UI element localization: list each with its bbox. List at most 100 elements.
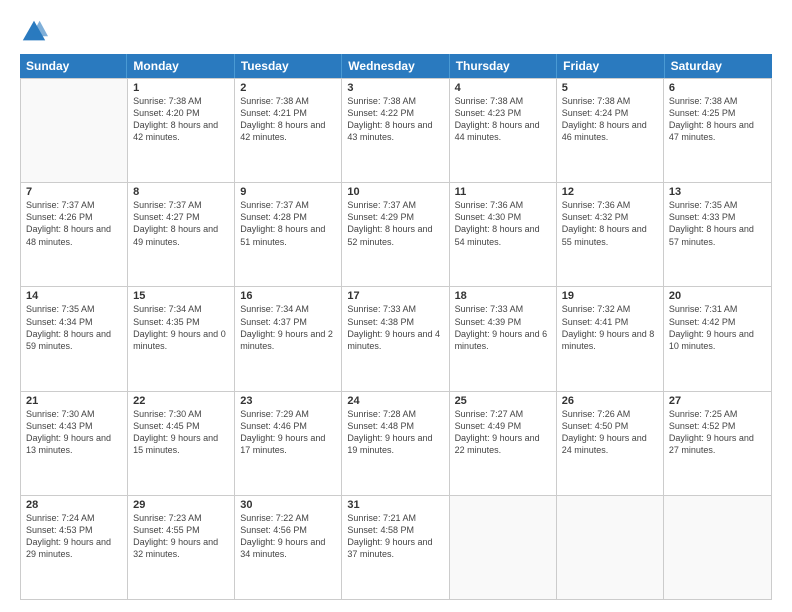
calendar: SundayMondayTuesdayWednesdayThursdayFrid…	[20, 54, 772, 600]
day-number: 29	[133, 499, 229, 511]
day-number: 7	[26, 186, 122, 198]
calendar-cell: 5Sunrise: 7:38 AM Sunset: 4:24 PM Daylig…	[557, 79, 664, 182]
calendar-cell: 7Sunrise: 7:37 AM Sunset: 4:26 PM Daylig…	[21, 183, 128, 286]
calendar-body: 1Sunrise: 7:38 AM Sunset: 4:20 PM Daylig…	[20, 78, 772, 600]
calendar-cell: 1Sunrise: 7:38 AM Sunset: 4:20 PM Daylig…	[128, 79, 235, 182]
day-info: Sunrise: 7:35 AM Sunset: 4:33 PM Dayligh…	[669, 199, 766, 248]
day-number: 27	[669, 395, 766, 407]
day-info: Sunrise: 7:31 AM Sunset: 4:42 PM Dayligh…	[669, 303, 766, 352]
day-number: 23	[240, 395, 336, 407]
day-info: Sunrise: 7:34 AM Sunset: 4:37 PM Dayligh…	[240, 303, 336, 352]
logo	[20, 18, 50, 46]
calendar-cell: 29Sunrise: 7:23 AM Sunset: 4:55 PM Dayli…	[128, 496, 235, 599]
header-day-friday: Friday	[557, 54, 664, 78]
calendar-week-4: 21Sunrise: 7:30 AM Sunset: 4:43 PM Dayli…	[21, 391, 771, 495]
day-number: 10	[347, 186, 443, 198]
day-info: Sunrise: 7:38 AM Sunset: 4:24 PM Dayligh…	[562, 95, 658, 144]
day-number: 6	[669, 82, 766, 94]
calendar-cell: 24Sunrise: 7:28 AM Sunset: 4:48 PM Dayli…	[342, 392, 449, 495]
calendar-cell	[557, 496, 664, 599]
day-info: Sunrise: 7:38 AM Sunset: 4:22 PM Dayligh…	[347, 95, 443, 144]
header-day-thursday: Thursday	[450, 54, 557, 78]
day-number: 1	[133, 82, 229, 94]
logo-icon	[20, 18, 48, 46]
day-number: 28	[26, 499, 122, 511]
header-day-sunday: Sunday	[20, 54, 127, 78]
calendar-cell: 11Sunrise: 7:36 AM Sunset: 4:30 PM Dayli…	[450, 183, 557, 286]
day-info: Sunrise: 7:33 AM Sunset: 4:39 PM Dayligh…	[455, 303, 551, 352]
day-number: 26	[562, 395, 658, 407]
day-number: 21	[26, 395, 122, 407]
calendar-cell: 31Sunrise: 7:21 AM Sunset: 4:58 PM Dayli…	[342, 496, 449, 599]
calendar-cell: 30Sunrise: 7:22 AM Sunset: 4:56 PM Dayli…	[235, 496, 342, 599]
day-number: 8	[133, 186, 229, 198]
calendar-cell: 9Sunrise: 7:37 AM Sunset: 4:28 PM Daylig…	[235, 183, 342, 286]
calendar-cell: 4Sunrise: 7:38 AM Sunset: 4:23 PM Daylig…	[450, 79, 557, 182]
day-number: 25	[455, 395, 551, 407]
day-number: 15	[133, 290, 229, 302]
day-number: 9	[240, 186, 336, 198]
day-info: Sunrise: 7:37 AM Sunset: 4:28 PM Dayligh…	[240, 199, 336, 248]
calendar-cell: 27Sunrise: 7:25 AM Sunset: 4:52 PM Dayli…	[664, 392, 771, 495]
calendar-week-2: 7Sunrise: 7:37 AM Sunset: 4:26 PM Daylig…	[21, 182, 771, 286]
day-info: Sunrise: 7:34 AM Sunset: 4:35 PM Dayligh…	[133, 303, 229, 352]
day-info: Sunrise: 7:36 AM Sunset: 4:30 PM Dayligh…	[455, 199, 551, 248]
day-info: Sunrise: 7:38 AM Sunset: 4:20 PM Dayligh…	[133, 95, 229, 144]
day-number: 14	[26, 290, 122, 302]
page: SundayMondayTuesdayWednesdayThursdayFrid…	[0, 0, 792, 612]
day-number: 31	[347, 499, 443, 511]
calendar-cell: 17Sunrise: 7:33 AM Sunset: 4:38 PM Dayli…	[342, 287, 449, 390]
calendar-cell: 6Sunrise: 7:38 AM Sunset: 4:25 PM Daylig…	[664, 79, 771, 182]
day-info: Sunrise: 7:29 AM Sunset: 4:46 PM Dayligh…	[240, 408, 336, 457]
day-number: 5	[562, 82, 658, 94]
day-number: 4	[455, 82, 551, 94]
calendar-cell: 26Sunrise: 7:26 AM Sunset: 4:50 PM Dayli…	[557, 392, 664, 495]
calendar-cell: 14Sunrise: 7:35 AM Sunset: 4:34 PM Dayli…	[21, 287, 128, 390]
calendar-cell: 28Sunrise: 7:24 AM Sunset: 4:53 PM Dayli…	[21, 496, 128, 599]
calendar-cell: 16Sunrise: 7:34 AM Sunset: 4:37 PM Dayli…	[235, 287, 342, 390]
day-number: 16	[240, 290, 336, 302]
header-day-saturday: Saturday	[665, 54, 772, 78]
header-day-monday: Monday	[127, 54, 234, 78]
day-number: 2	[240, 82, 336, 94]
calendar-week-5: 28Sunrise: 7:24 AM Sunset: 4:53 PM Dayli…	[21, 495, 771, 599]
day-number: 3	[347, 82, 443, 94]
header	[20, 18, 772, 46]
calendar-header: SundayMondayTuesdayWednesdayThursdayFrid…	[20, 54, 772, 78]
day-info: Sunrise: 7:28 AM Sunset: 4:48 PM Dayligh…	[347, 408, 443, 457]
header-day-wednesday: Wednesday	[342, 54, 449, 78]
day-number: 17	[347, 290, 443, 302]
day-info: Sunrise: 7:36 AM Sunset: 4:32 PM Dayligh…	[562, 199, 658, 248]
calendar-cell: 10Sunrise: 7:37 AM Sunset: 4:29 PM Dayli…	[342, 183, 449, 286]
day-info: Sunrise: 7:35 AM Sunset: 4:34 PM Dayligh…	[26, 303, 122, 352]
day-number: 22	[133, 395, 229, 407]
calendar-cell: 18Sunrise: 7:33 AM Sunset: 4:39 PM Dayli…	[450, 287, 557, 390]
day-info: Sunrise: 7:33 AM Sunset: 4:38 PM Dayligh…	[347, 303, 443, 352]
calendar-cell: 20Sunrise: 7:31 AM Sunset: 4:42 PM Dayli…	[664, 287, 771, 390]
calendar-cell	[664, 496, 771, 599]
day-number: 19	[562, 290, 658, 302]
calendar-cell: 15Sunrise: 7:34 AM Sunset: 4:35 PM Dayli…	[128, 287, 235, 390]
day-info: Sunrise: 7:30 AM Sunset: 4:43 PM Dayligh…	[26, 408, 122, 457]
calendar-cell	[450, 496, 557, 599]
day-info: Sunrise: 7:37 AM Sunset: 4:27 PM Dayligh…	[133, 199, 229, 248]
calendar-cell: 21Sunrise: 7:30 AM Sunset: 4:43 PM Dayli…	[21, 392, 128, 495]
calendar-week-3: 14Sunrise: 7:35 AM Sunset: 4:34 PM Dayli…	[21, 286, 771, 390]
day-number: 24	[347, 395, 443, 407]
day-info: Sunrise: 7:27 AM Sunset: 4:49 PM Dayligh…	[455, 408, 551, 457]
header-day-tuesday: Tuesday	[235, 54, 342, 78]
calendar-cell: 22Sunrise: 7:30 AM Sunset: 4:45 PM Dayli…	[128, 392, 235, 495]
day-number: 30	[240, 499, 336, 511]
day-info: Sunrise: 7:24 AM Sunset: 4:53 PM Dayligh…	[26, 512, 122, 561]
day-info: Sunrise: 7:23 AM Sunset: 4:55 PM Dayligh…	[133, 512, 229, 561]
day-info: Sunrise: 7:37 AM Sunset: 4:26 PM Dayligh…	[26, 199, 122, 248]
day-info: Sunrise: 7:26 AM Sunset: 4:50 PM Dayligh…	[562, 408, 658, 457]
calendar-cell: 3Sunrise: 7:38 AM Sunset: 4:22 PM Daylig…	[342, 79, 449, 182]
day-number: 13	[669, 186, 766, 198]
day-number: 20	[669, 290, 766, 302]
day-info: Sunrise: 7:37 AM Sunset: 4:29 PM Dayligh…	[347, 199, 443, 248]
calendar-cell: 23Sunrise: 7:29 AM Sunset: 4:46 PM Dayli…	[235, 392, 342, 495]
calendar-cell	[21, 79, 128, 182]
day-info: Sunrise: 7:38 AM Sunset: 4:25 PM Dayligh…	[669, 95, 766, 144]
day-info: Sunrise: 7:38 AM Sunset: 4:23 PM Dayligh…	[455, 95, 551, 144]
